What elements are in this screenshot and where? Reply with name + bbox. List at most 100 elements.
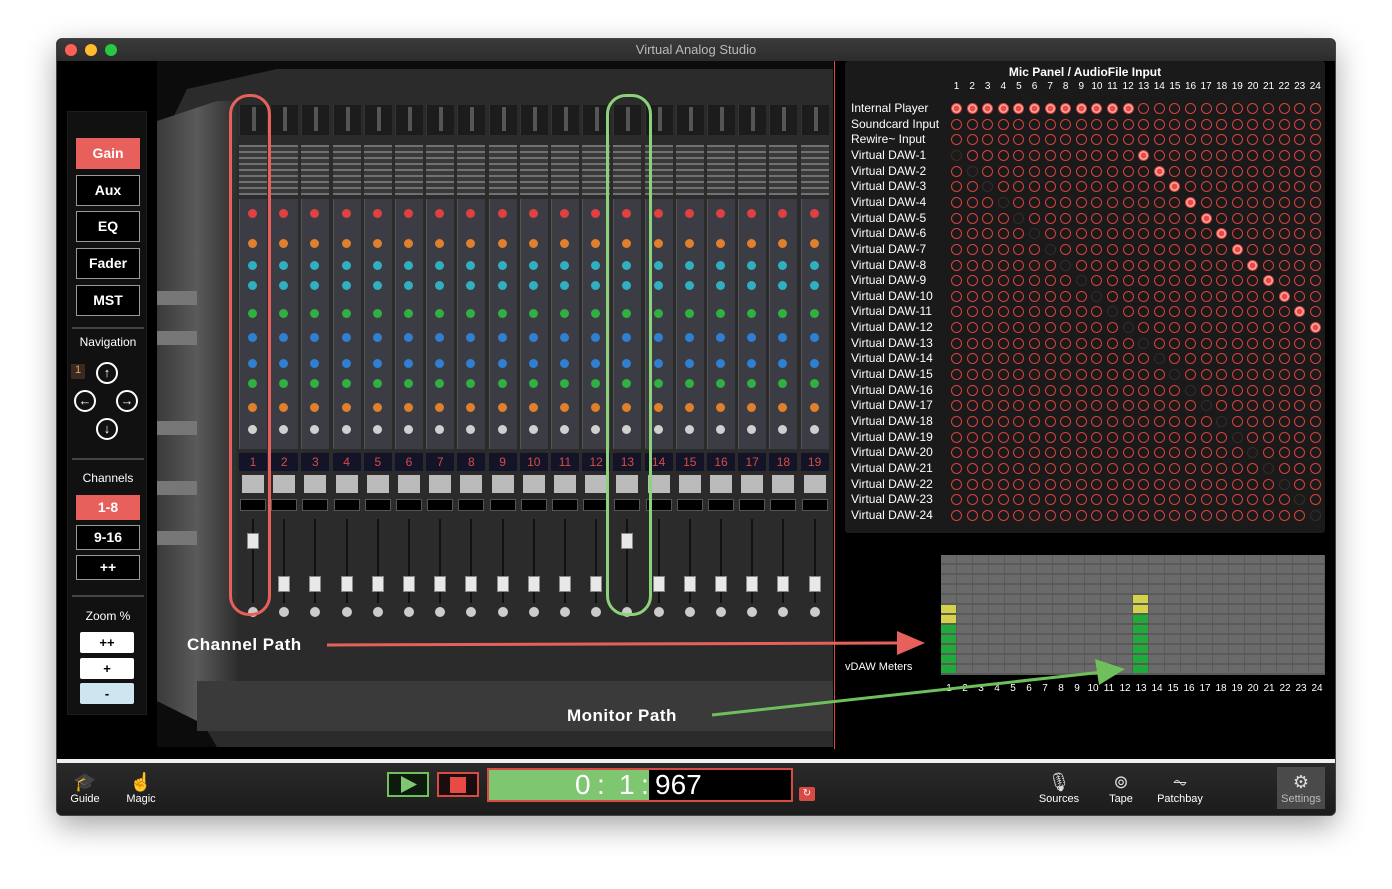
- matrix-route-toggle[interactable]: [1138, 290, 1150, 302]
- matrix-route-toggle[interactable]: [1216, 196, 1228, 208]
- channel-knob[interactable]: [341, 359, 351, 368]
- channel-knob[interactable]: [809, 379, 819, 388]
- matrix-route-toggle[interactable]: [1185, 353, 1196, 365]
- channel-knob[interactable]: [528, 403, 538, 412]
- matrix-route-toggle[interactable]: [1294, 431, 1306, 443]
- matrix-route-toggle[interactable]: [1075, 243, 1087, 255]
- channel-knob[interactable]: [684, 425, 694, 434]
- matrix-route-toggle[interactable]: [1294, 384, 1306, 396]
- matrix-route-toggle[interactable]: [1107, 447, 1118, 459]
- matrix-route-toggle[interactable]: [1185, 384, 1196, 396]
- matrix-route-toggle[interactable]: [966, 400, 978, 412]
- channel-knob[interactable]: [404, 239, 413, 248]
- channel-knob[interactable]: [809, 403, 819, 412]
- matrix-route-toggle[interactable]: [1263, 228, 1274, 240]
- matrix-route-toggle[interactable]: [1169, 134, 1181, 146]
- matrix-route-toggle[interactable]: [1153, 447, 1165, 459]
- matrix-route-toggle[interactable]: [1153, 228, 1165, 240]
- matrix-route-toggle[interactable]: [1013, 353, 1025, 365]
- matrix-route-toggle[interactable]: [982, 134, 994, 146]
- matrix-route-toggle[interactable]: [1153, 290, 1165, 302]
- matrix-route-toggle[interactable]: [1309, 400, 1321, 412]
- fader-cap[interactable]: [371, 576, 384, 592]
- matrix-route-toggle[interactable]: [1247, 509, 1259, 521]
- matrix-route-toggle[interactable]: [1029, 212, 1040, 224]
- matrix-route-toggle[interactable]: [1216, 384, 1228, 396]
- matrix-route-toggle[interactable]: [951, 259, 962, 271]
- matrix-route-toggle[interactable]: [982, 509, 994, 521]
- matrix-route-toggle[interactable]: [997, 384, 1009, 396]
- matrix-route-toggle[interactable]: [1044, 416, 1056, 427]
- matrix-route-toggle[interactable]: [1263, 322, 1274, 334]
- matrix-route-toggle[interactable]: [1138, 353, 1150, 365]
- matrix-route-toggle[interactable]: [1309, 149, 1321, 161]
- matrix-route-toggle[interactable]: [1169, 416, 1181, 427]
- channel-knob[interactable]: [809, 333, 819, 342]
- matrix-route-toggle[interactable]: [1122, 275, 1134, 287]
- matrix-route-toggle[interactable]: [1075, 337, 1087, 349]
- close-window-button[interactable]: [65, 44, 77, 56]
- matrix-route-toggle[interactable]: [1122, 353, 1134, 365]
- play-button[interactable]: [387, 772, 429, 797]
- matrix-route-toggle[interactable]: [966, 509, 978, 521]
- channel-knob[interactable]: [653, 359, 663, 368]
- matrix-route-toggle[interactable]: [1044, 494, 1056, 506]
- matrix-route-toggle[interactable]: [1216, 259, 1228, 271]
- matrix-route-toggle[interactable]: [1060, 384, 1072, 396]
- matrix-route-toggle[interactable]: [1060, 243, 1072, 255]
- matrix-route-toggle[interactable]: [1247, 478, 1259, 490]
- matrix-route-toggle[interactable]: [1263, 212, 1274, 224]
- matrix-route-toggle[interactable]: [1247, 196, 1259, 208]
- matrix-route-toggle[interactable]: [1263, 384, 1274, 396]
- matrix-route-toggle[interactable]: [1231, 243, 1243, 255]
- matrix-route-toggle[interactable]: [1200, 196, 1212, 208]
- matrix-route-toggle[interactable]: [1029, 322, 1040, 334]
- matrix-route-toggle[interactable]: [951, 275, 962, 287]
- zoom-out-button[interactable]: -: [80, 683, 134, 704]
- matrix-route-toggle[interactable]: [1044, 243, 1056, 255]
- channel-knob[interactable]: [716, 209, 725, 218]
- matrix-route-toggle[interactable]: [1091, 118, 1103, 130]
- matrix-route-toggle[interactable]: [1029, 290, 1040, 302]
- matrix-route-toggle[interactable]: [1200, 290, 1212, 302]
- matrix-route-toggle[interactable]: [951, 462, 962, 474]
- matrix-route-toggle[interactable]: [997, 447, 1009, 459]
- matrix-route-toggle[interactable]: [1060, 431, 1072, 443]
- matrix-route-toggle[interactable]: [1107, 275, 1118, 287]
- matrix-route-toggle[interactable]: [1169, 165, 1181, 177]
- channel-knob[interactable]: [684, 209, 694, 218]
- matrix-route-toggle[interactable]: [1200, 384, 1212, 396]
- matrix-route-toggle[interactable]: [1060, 494, 1072, 506]
- matrix-route-toggle[interactable]: [997, 181, 1009, 193]
- matrix-route-toggle[interactable]: [951, 478, 962, 490]
- matrix-route-toggle[interactable]: [1107, 149, 1118, 161]
- matrix-route-toggle[interactable]: [966, 196, 978, 208]
- matrix-route-toggle[interactable]: [997, 228, 1009, 240]
- matrix-route-toggle[interactable]: [1216, 212, 1228, 224]
- channel-knob[interactable]: [716, 403, 725, 412]
- matrix-route-toggle[interactable]: [1169, 322, 1181, 334]
- matrix-route-toggle[interactable]: [1122, 181, 1134, 193]
- matrix-route-toggle[interactable]: [1044, 134, 1056, 146]
- matrix-route-toggle[interactable]: [1091, 243, 1103, 255]
- matrix-route-toggle[interactable]: [982, 212, 994, 224]
- matrix-route-toggle[interactable]: [1278, 134, 1290, 146]
- matrix-route-toggle[interactable]: [1247, 369, 1259, 381]
- matrix-route-toggle[interactable]: [1185, 196, 1196, 208]
- channel-knob[interactable]: [528, 333, 538, 342]
- matrix-route-toggle[interactable]: [1185, 462, 1196, 474]
- matrix-route-toggle[interactable]: [1091, 416, 1103, 427]
- channel-knob[interactable]: [341, 379, 351, 388]
- channel-knob[interactable]: [372, 281, 382, 290]
- matrix-route-toggle[interactable]: [1075, 103, 1087, 114]
- matrix-route-toggle[interactable]: [997, 290, 1009, 302]
- matrix-route-toggle[interactable]: [1231, 478, 1243, 490]
- matrix-route-toggle[interactable]: [1122, 337, 1134, 349]
- matrix-route-toggle[interactable]: [951, 369, 962, 381]
- channel-knob[interactable]: [684, 379, 694, 388]
- matrix-route-toggle[interactable]: [1044, 462, 1056, 474]
- matrix-route-toggle[interactable]: [1075, 322, 1087, 334]
- matrix-route-toggle[interactable]: [1138, 118, 1150, 130]
- matrix-route-toggle[interactable]: [1309, 290, 1321, 302]
- matrix-route-toggle[interactable]: [1278, 275, 1290, 287]
